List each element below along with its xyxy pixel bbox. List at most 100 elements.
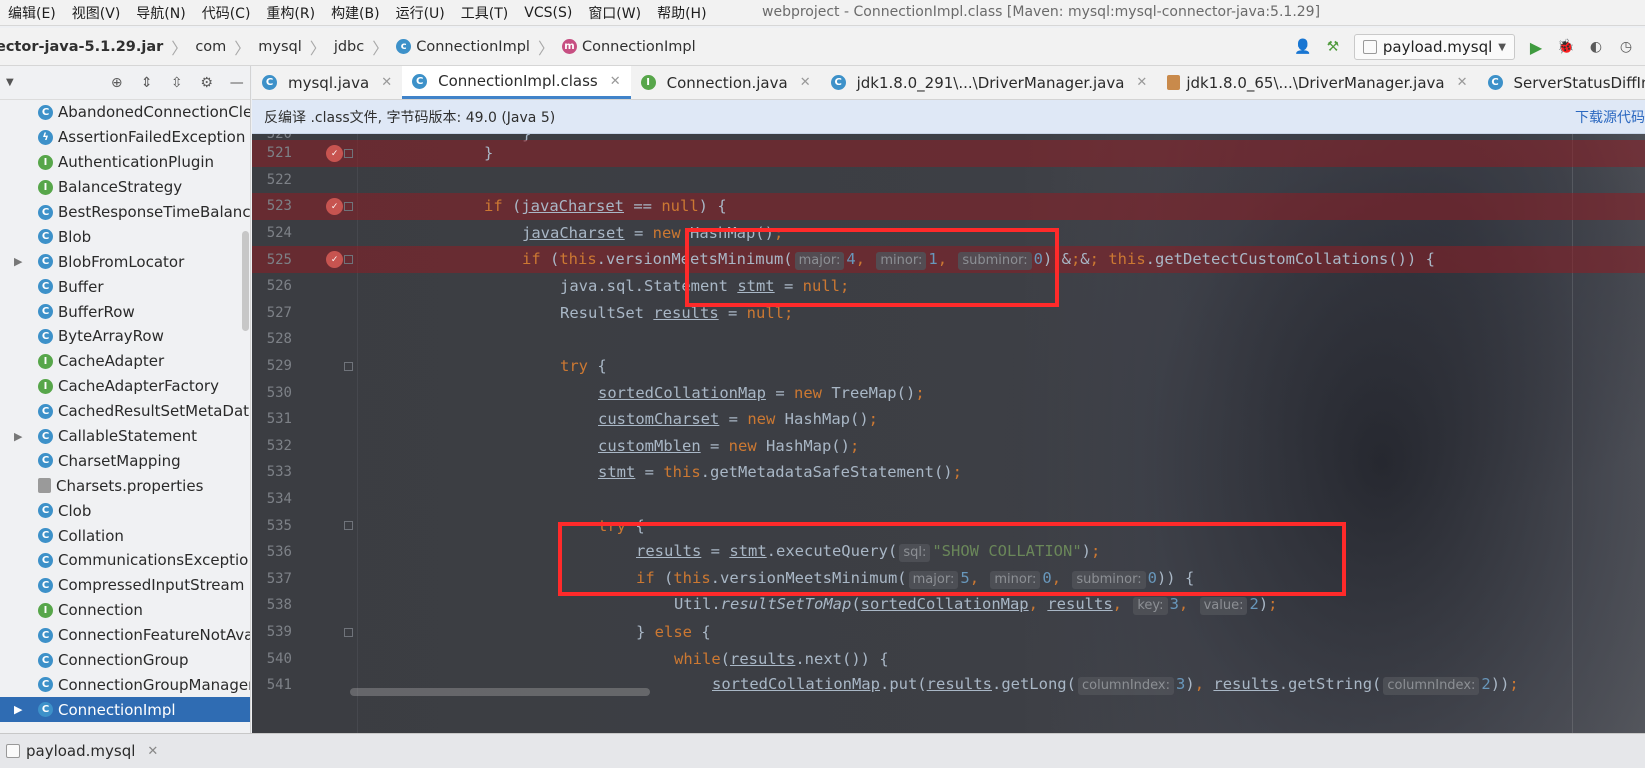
menu-item[interactable]: 编辑(E) [0,3,64,23]
code-line[interactable]: 530 sortedCollationMap = new TreeMap(); [252,379,1645,406]
menu-item[interactable]: 视图(V) [64,3,129,23]
tree-item[interactable]: C Clob [0,498,250,523]
tree-item[interactable]: C BufferRow [0,299,250,324]
chevron-right-icon[interactable]: ▶ [14,703,22,716]
tree-item[interactable]: C Buffer [0,274,250,299]
tree-item[interactable]: C CachedResultSetMetaData [0,399,250,424]
tree-item[interactable]: I AuthenticationPlugin [0,150,250,175]
menu-item[interactable]: VCS(S) [516,5,580,21]
code-line[interactable]: 531 customCharset = new HashMap(); [252,406,1645,433]
line-number: 521 [266,145,292,162]
editor-tab[interactable]: C ServerStatusDiffIntercepto [1478,66,1645,99]
tree-item[interactable]: C CompressedInputStream [0,573,250,598]
run-config-selector[interactable]: payload.mysql ▼ [1353,34,1515,60]
breakpoint-icon[interactable]: ✓ [326,197,343,215]
tree-item[interactable]: C ConnectionGroup [0,648,250,673]
menu-item[interactable]: 工具(T) [453,3,516,23]
user-icon[interactable]: 👤 [1294,38,1312,56]
run-tab[interactable]: payload.mysql ✕ [0,742,158,760]
fold-marker-icon[interactable] [344,361,353,371]
menu-item[interactable]: 帮助(H) [649,3,714,23]
tree-item[interactable]: C AbandonedConnectionCle [0,100,250,125]
tree-item[interactable]: C ConnectionGroupManager [0,672,250,697]
tree-item[interactable]: ▶ C ConnectionImpl [0,697,250,723]
locate-icon[interactable]: ⊕ [108,74,126,92]
code-line[interactable]: 522 [252,167,1645,194]
code-line[interactable]: 523 ✓ if (javaCharset == null) { [252,193,1645,220]
breakpoint-icon[interactable]: ✓ [326,144,343,162]
tree-item[interactable]: I BalanceStrategy [0,175,250,200]
breakpoint-icon[interactable]: ✓ [326,251,343,269]
close-icon[interactable]: ✕ [381,75,392,90]
profile-icon[interactable]: ◷ [1617,38,1635,56]
debug-icon[interactable]: 🐞 [1557,38,1575,56]
close-icon[interactable]: ✕ [1136,75,1147,90]
breadcrumb-com[interactable]: com [195,39,226,55]
tree-item[interactable]: C ByteArrayRow [0,324,250,349]
code-line[interactable]: 521 ✓} [252,140,1645,167]
class-icon: C [38,503,53,519]
expand-all-icon[interactable]: ⇕ [138,74,156,92]
close-icon[interactable]: ✕ [1457,75,1468,90]
editor-tab[interactable]: I Connection.java ✕ [631,66,821,99]
download-sources-link[interactable]: 下载源代码 [1575,107,1645,127]
menu-item[interactable]: 窗口(W) [580,3,649,23]
code-line[interactable]: 539} else { [252,619,1645,646]
menu-item[interactable]: 重构(R) [258,3,323,23]
tree-item[interactable]: C Collation [0,523,250,548]
editor-tab[interactable]: jdk1.8.0_65\...\DriverManager.java ✕ [1157,66,1477,99]
fold-marker-icon[interactable] [344,148,353,158]
collapse-all-icon[interactable]: ⇳ [168,74,186,92]
gear-icon[interactable]: ⚙ [198,74,216,92]
code-line[interactable]: 528 [252,326,1645,353]
menu-item[interactable]: 运行(U) [388,3,453,23]
menu-item[interactable]: 构建(B) [323,3,388,23]
tree-item[interactable]: I CacheAdapter [0,349,250,374]
editor-tab[interactable]: C ConnectionImpl.class ✕ [402,66,631,99]
code-line[interactable]: 529 try { [252,353,1645,380]
breadcrumb-class[interactable]: ConnectionImpl [416,39,530,55]
tree-item[interactable]: C CommunicationsExceptio [0,548,250,573]
code-line[interactable]: 532 customMblen = new HashMap(); [252,433,1645,460]
tree-item[interactable]: C CharsetMapping [0,448,250,473]
close-icon[interactable]: ✕ [800,75,811,90]
tree-item[interactable]: C BestResponseTimeBalance [0,200,250,225]
editor-tab[interactable]: Cjdk1.8.0_291\...\DriverManager.java ✕ [821,66,1158,99]
menu-item[interactable]: 导航(N) [128,3,193,23]
chevron-down-icon[interactable]: ▼ [6,77,14,88]
fold-marker-icon[interactable] [344,521,353,531]
chevron-right-icon[interactable]: ▶ [14,430,22,443]
code-line[interactable]: 541 sortedCollationMap.put(results.getLon… [252,672,1645,699]
tree-item[interactable]: C ConnectionFeatureNotAva [0,623,250,648]
tree-item[interactable]: ▶ C BlobFromLocator [0,249,250,274]
tree-item[interactable]: ϟ AssertionFailedException [0,125,250,150]
tree-item[interactable]: I Connection [0,598,250,623]
code-line[interactable]: 540 while(results.next()) { [252,645,1645,672]
build-hammer-icon[interactable]: ⚒ [1324,38,1342,56]
breadcrumb-mysql[interactable]: mysql [258,39,302,55]
code-editor[interactable]: 520} 521 ✓} 522 523 ✓ if (javaCharset == null)… [252,134,1645,733]
menu-item[interactable]: 代码(C) [194,3,259,23]
tree-item[interactable]: Charsets.properties [0,473,250,498]
coverage-icon[interactable]: ◐ [1587,38,1605,56]
fold-marker-icon[interactable] [344,627,353,637]
breadcrumb-jdbc[interactable]: jdbc [334,39,364,55]
fold-marker-icon[interactable] [344,255,353,265]
code-line[interactable]: 533 stmt = this.getMetadataSafeStatement(… [252,459,1645,486]
breadcrumb-jar[interactable]: ector-java-5.1.29.jar [0,39,163,55]
tree-item[interactable]: ▶ C CallableStatement [0,424,250,449]
fold-marker-icon[interactable] [344,201,353,211]
editor-tab[interactable]: Cmysql.java ✕ [252,66,402,99]
tree-scrollbar[interactable] [242,231,249,331]
minimize-icon[interactable]: — [228,74,246,92]
close-icon[interactable]: ✕ [147,744,158,759]
chevron-right-icon[interactable]: ▶ [14,255,22,268]
tree-item[interactable]: I CacheAdapterFactory [0,374,250,399]
highlight-box-show-collation [558,522,1346,596]
close-icon[interactable]: ✕ [610,74,621,89]
tree-item[interactable]: C Blob [0,224,250,249]
breadcrumb-constructor[interactable]: ConnectionImpl [582,39,696,55]
code-line[interactable]: 538 Util.resultSetToMap(sortedCollationMa… [252,592,1645,619]
run-icon[interactable]: ▶ [1527,38,1545,57]
code-line[interactable]: 534 [252,486,1645,513]
